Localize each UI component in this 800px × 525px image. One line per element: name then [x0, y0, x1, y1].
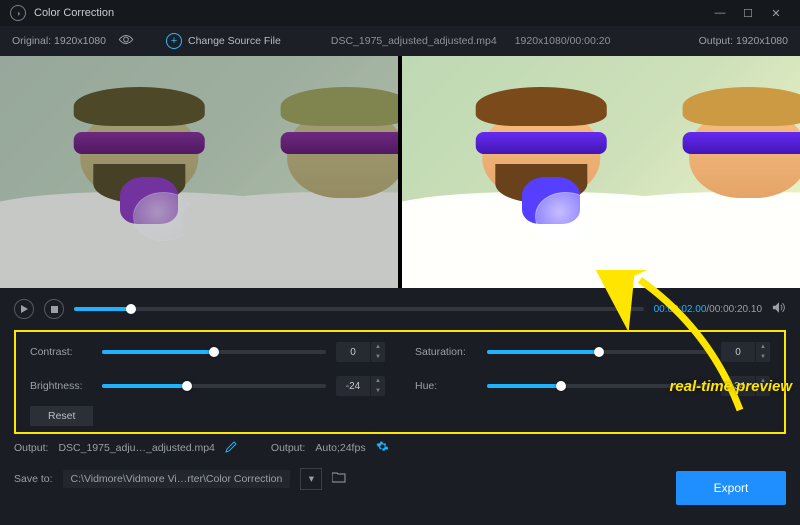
- brightness-row: Brightness: -24 ▲▼: [30, 376, 385, 396]
- open-folder-icon[interactable]: [332, 472, 346, 486]
- output-filename: DSC_1975_adju…_adjusted.mp4: [58, 442, 214, 454]
- seek-knob[interactable]: [126, 304, 136, 314]
- compare-toggle-icon[interactable]: [118, 34, 134, 48]
- title-bar: ◑ Color Correction — ☐ ✕: [0, 0, 800, 26]
- change-source-label: Change Source File: [188, 35, 281, 47]
- play-button[interactable]: [14, 299, 34, 319]
- brightness-input[interactable]: -24 ▲▼: [336, 376, 385, 396]
- output-prefix: Output:: [14, 442, 48, 454]
- source-filename: DSC_1975_adjusted_adjusted.mp4: [331, 35, 497, 47]
- spin-down-icon[interactable]: ▼: [756, 352, 770, 362]
- output-format-prefix: Output:: [271, 442, 305, 454]
- source-res-duration: 1920x1080/00:00:20: [515, 35, 611, 47]
- saturation-input[interactable]: 0 ▲▼: [721, 342, 770, 362]
- output-resolution-label: Output: 1920x1080: [699, 35, 788, 47]
- info-bar: Original: 1920x1080 + Change Source File…: [0, 26, 800, 56]
- save-path: C:\Vidmore\Vidmore Vi…rter\Color Correct…: [63, 470, 291, 488]
- total-time: 00:00:20.10: [709, 304, 762, 315]
- path-dropdown[interactable]: ▾: [300, 468, 322, 490]
- plus-icon: +: [166, 33, 182, 49]
- minimize-button[interactable]: —: [706, 7, 734, 19]
- saturation-label: Saturation:: [415, 346, 477, 358]
- spin-down-icon[interactable]: ▼: [371, 386, 385, 396]
- preview-area: [0, 56, 800, 288]
- volume-icon[interactable]: [772, 301, 786, 317]
- spin-up-icon[interactable]: ▲: [371, 376, 385, 386]
- export-button[interactable]: Export: [676, 471, 786, 505]
- original-resolution-label: Original: 1920x1080: [12, 35, 106, 47]
- brightness-label: Brightness:: [30, 380, 92, 392]
- seek-slider[interactable]: [74, 307, 644, 311]
- contrast-input[interactable]: 0 ▲▼: [336, 342, 385, 362]
- current-time: 00:00:02.00: [654, 304, 707, 315]
- output-row: Output: DSC_1975_adju…_adjusted.mp4 Outp…: [0, 434, 800, 462]
- output-format: Auto;24fps: [315, 442, 365, 454]
- spin-up-icon[interactable]: ▲: [371, 342, 385, 352]
- original-preview-pane: [0, 56, 398, 288]
- change-source-button[interactable]: + Change Source File: [166, 33, 281, 49]
- settings-icon[interactable]: [376, 440, 389, 456]
- reset-button[interactable]: Reset: [30, 406, 93, 426]
- stop-button[interactable]: [44, 299, 64, 319]
- spin-down-icon[interactable]: ▼: [371, 352, 385, 362]
- saturation-slider[interactable]: [487, 350, 711, 354]
- save-prefix: Save to:: [14, 473, 53, 485]
- spin-up-icon[interactable]: ▲: [756, 342, 770, 352]
- contrast-row: Contrast: 0 ▲▼: [30, 342, 385, 362]
- window-title: Color Correction: [34, 7, 114, 19]
- app-logo-icon: ◑: [10, 5, 26, 21]
- timecode: 00:00:02.00/00:00:20.10: [654, 304, 762, 315]
- brightness-slider[interactable]: [102, 384, 326, 388]
- playback-bar: 00:00:02.00/00:00:20.10: [0, 288, 800, 330]
- contrast-label: Contrast:: [30, 346, 92, 358]
- close-button[interactable]: ✕: [762, 7, 790, 20]
- hue-label: Hue:: [415, 380, 477, 392]
- rename-icon[interactable]: [225, 441, 237, 456]
- annotation-label: real-time preview: [669, 378, 792, 395]
- maximize-button[interactable]: ☐: [734, 7, 762, 20]
- saturation-row: Saturation: 0 ▲▼: [415, 342, 770, 362]
- adjusted-preview-pane: [402, 56, 800, 288]
- seek-fill: [74, 307, 131, 311]
- contrast-slider[interactable]: [102, 350, 326, 354]
